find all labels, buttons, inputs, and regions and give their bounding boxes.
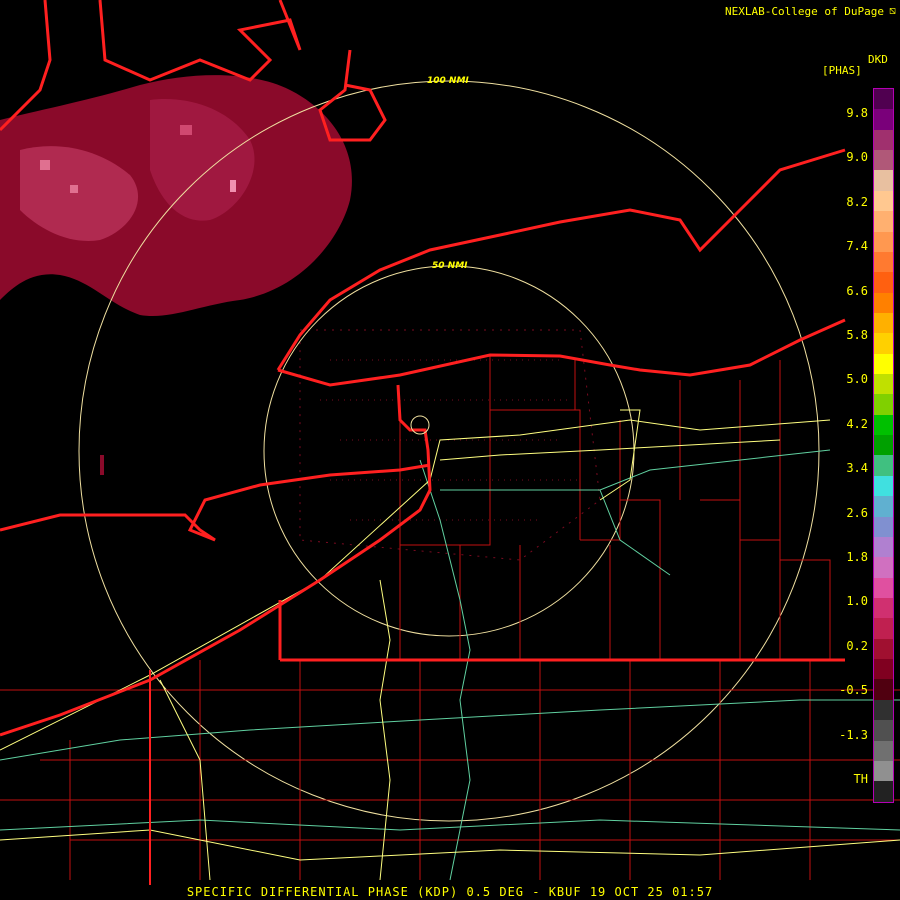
color-scale-swatch	[874, 109, 893, 130]
color-scale-swatch	[874, 211, 893, 232]
color-scale-swatch	[874, 638, 893, 660]
color-scale-tick-label: 0.2	[846, 638, 868, 653]
color-scale-tick-label: 6.6	[846, 283, 868, 298]
color-scale-swatch	[874, 557, 893, 578]
color-scale-swatch	[874, 577, 893, 598]
color-scale-swatch	[874, 475, 893, 497]
color-scale-tick-label: 2.6	[846, 505, 868, 520]
color-scale-tick-label: 5.8	[846, 328, 868, 342]
logo-icon: ⧅	[889, 4, 896, 17]
legend-product-label: [PHAS]	[822, 64, 862, 77]
color-scale-swatch	[874, 150, 893, 171]
color-scale-tick-label: 3.4	[846, 461, 868, 476]
color-scale-swatch	[874, 231, 893, 252]
color-scale-swatch	[874, 251, 893, 273]
color-scale-swatch	[874, 89, 893, 110]
color-scale-swatch	[874, 414, 893, 436]
color-scale-swatch	[874, 333, 893, 354]
color-scale-tick-label: 1.8	[846, 550, 868, 564]
color-scale-swatch	[874, 536, 893, 558]
color-scale-tick-label: 9.8	[846, 106, 868, 120]
color-scale-tick-label: TH	[853, 772, 868, 786]
color-scale-swatch	[874, 699, 893, 721]
color-scale-bar	[873, 88, 894, 803]
county-lines	[0, 355, 900, 880]
color-scale-tick-label: 8.2	[846, 194, 868, 209]
color-scale-swatch	[874, 618, 893, 639]
color-scale-swatch	[874, 760, 893, 782]
precipitation-echoes	[0, 75, 352, 475]
legend-unit: DKD	[868, 53, 888, 66]
color-scale-tick-label: -1.3	[839, 727, 868, 742]
color-scale-swatch	[874, 312, 893, 334]
credit-text: NEXLAB-College of DuPage	[725, 5, 884, 18]
color-scale-swatch	[874, 394, 893, 415]
product-caption: SPECIFIC DIFFERENTIAL PHASE (KDP) 0.5 DE…	[186, 885, 714, 899]
color-scale-swatch	[874, 516, 893, 537]
color-scale-swatch	[874, 679, 893, 700]
color-scale-swatch	[874, 190, 893, 212]
radar-map: 100 NMI 50 NMI	[0, 0, 900, 885]
color-scale-swatch	[874, 129, 893, 151]
radar-display: 100 NMI 50 NMI NEXLAB-College of DuPage …	[0, 0, 900, 900]
color-scale-tick-label: 7.4	[846, 239, 868, 254]
range-ring-inner-label: 50 NMI	[432, 261, 468, 271]
color-scale-tick-label: 5.0	[846, 372, 868, 387]
color-scale-swatch	[874, 272, 893, 293]
color-scale-swatch	[874, 292, 893, 313]
color-scale-swatch	[874, 720, 893, 741]
color-scale-swatch	[874, 374, 893, 395]
color-scale-swatch	[874, 170, 893, 191]
color-scale-tick-label: 9.0	[846, 150, 868, 165]
color-scale-swatch	[874, 740, 893, 761]
color-scale-tick-label: 4.2	[846, 416, 868, 431]
color-scale-swatch	[874, 353, 893, 375]
range-ring-outer-label: 100 NMI	[427, 76, 469, 86]
color-scale-swatch	[874, 781, 893, 802]
color-scale-tick-label: -0.5	[839, 683, 868, 698]
color-scale-tick-label: 1.0	[846, 594, 868, 609]
color-scale-swatch	[874, 435, 893, 456]
color-scale-swatch	[874, 455, 893, 476]
color-scale-swatch	[874, 659, 893, 680]
color-scale-swatch	[874, 496, 893, 517]
color-scale-swatch	[874, 597, 893, 619]
